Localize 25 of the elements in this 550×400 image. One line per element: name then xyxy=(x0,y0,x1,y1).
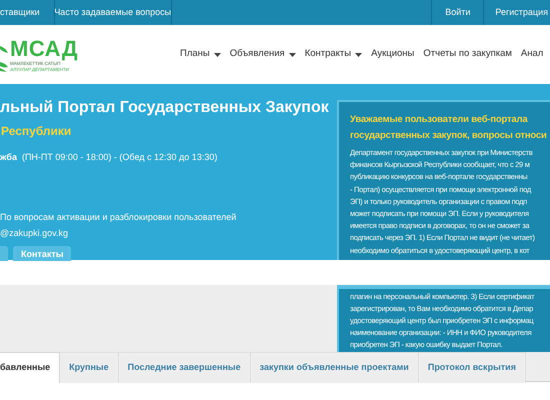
hero-title: льный Портал Государственных Закупок xyxy=(0,98,330,118)
notice-title: Уважаемые пользователи веб-портала xyxy=(350,113,529,127)
nav-link[interactable]: Контракты xyxy=(304,47,362,62)
notice-title: государственных закупок, вопросы относи xyxy=(350,129,548,143)
tab[interactable]: Крупные xyxy=(60,352,119,383)
caret-icon xyxy=(288,52,296,56)
contact-text: По вопросам активации и разблокировки пользователей xyxy=(0,210,238,224)
logo-text: МСАД xyxy=(10,36,78,60)
tab[interactable]: Протокол вскрытия xyxy=(418,352,526,383)
leaf-icon xyxy=(0,44,9,72)
nav-link[interactable]: Объявления xyxy=(230,47,296,62)
hero-subtitle: Республики xyxy=(0,123,72,140)
nav-link[interactable]: Анал xyxy=(520,47,544,62)
contact-text: @zakupki.gov.kg xyxy=(0,227,70,240)
nav-link[interactable]: Аукционы xyxy=(371,47,414,62)
working-hours: жба (ПН-ПТ 09:00 - 18:00) - (Обед с 12:30 до 13:30) xyxy=(0,151,218,164)
caret-icon xyxy=(355,52,362,56)
tab[interactable]: закупки объявленные проектами xyxy=(250,352,419,383)
nav-link[interactable]: Планы xyxy=(180,47,221,62)
button-edge[interactable] xyxy=(0,246,8,260)
tab[interactable]: Последние завершенные xyxy=(118,352,251,383)
contacts-button[interactable]: Контакты xyxy=(13,246,72,260)
tab[interactable]: бавленные xyxy=(0,352,60,383)
nav-link[interactable]: Отчеты по закупкам xyxy=(423,47,512,62)
caret-icon xyxy=(214,52,221,56)
